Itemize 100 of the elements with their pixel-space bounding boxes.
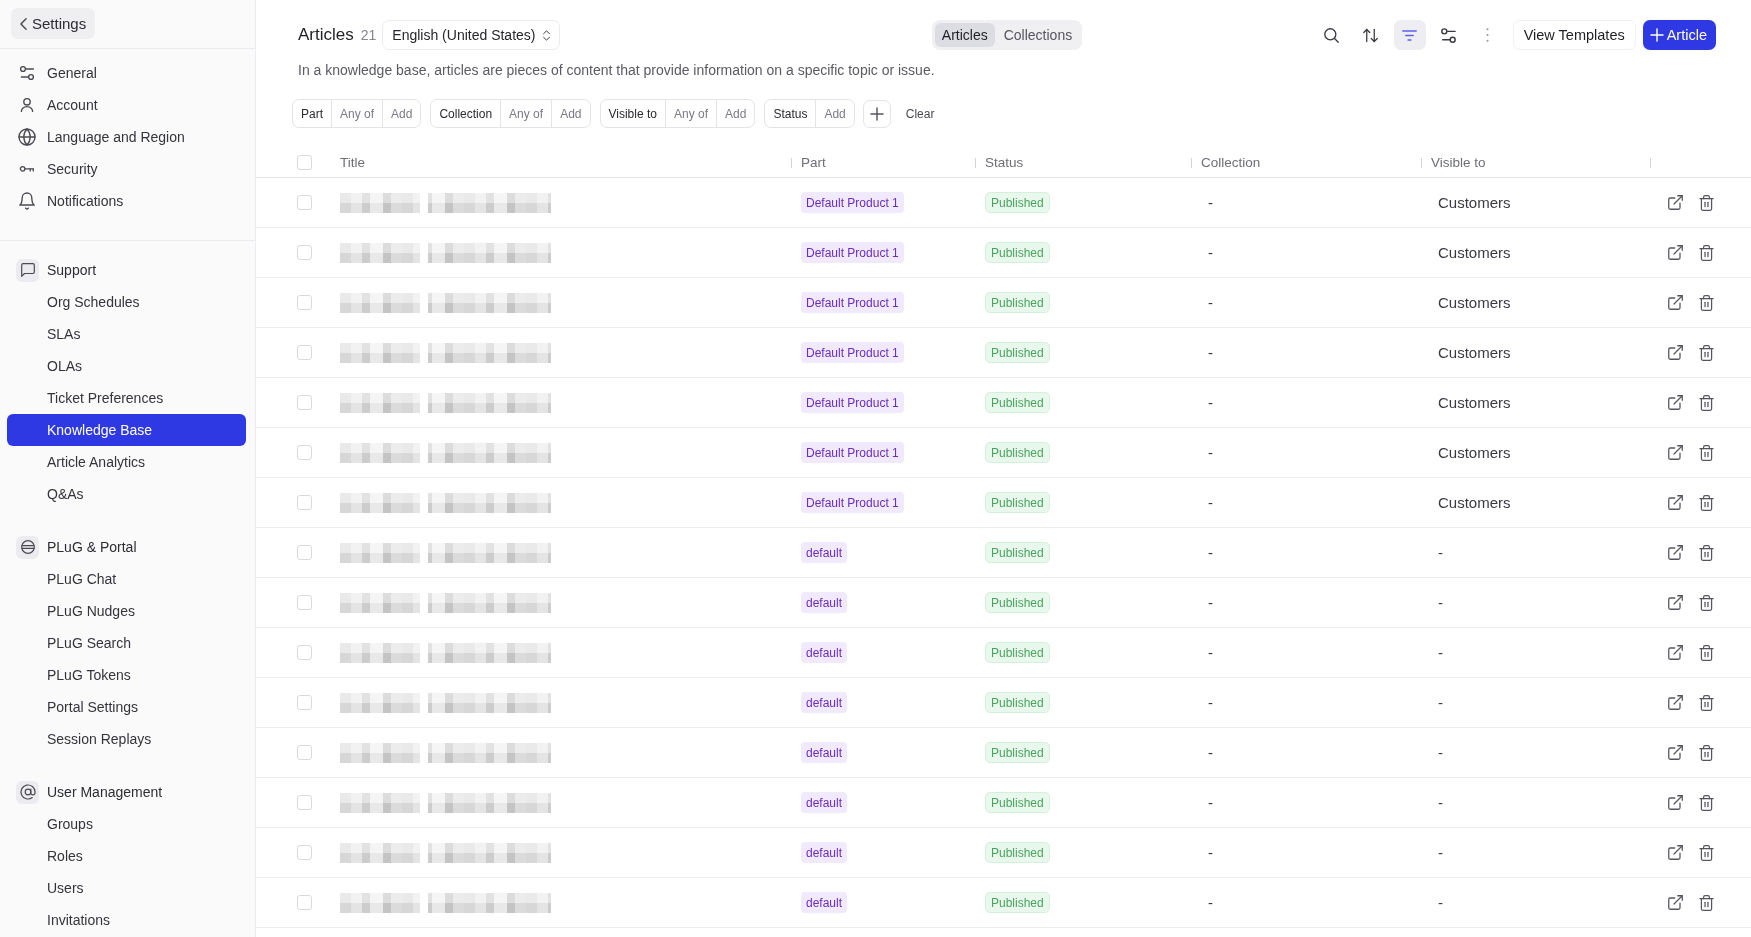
filter-add-button[interactable]: Add <box>551 100 590 127</box>
external-link-icon[interactable] <box>1668 345 1683 360</box>
visible-to-value: Customers <box>1438 394 1511 411</box>
clear-filters-button[interactable]: Clear <box>903 106 937 121</box>
row-checkbox[interactable] <box>297 895 312 910</box>
external-link-icon[interactable] <box>1668 295 1683 310</box>
sidebar-item[interactable]: Ticket Preferences <box>7 382 246 414</box>
external-link-icon[interactable] <box>1668 445 1683 460</box>
part-tag: Default Product 1 <box>801 192 904 213</box>
filter-field-button[interactable]: Part <box>293 100 331 127</box>
row-checkbox[interactable] <box>297 495 312 510</box>
view-templates-button[interactable]: View Templates <box>1512 20 1636 50</box>
sidebar-item[interactable]: Account <box>7 89 246 121</box>
row-checkbox[interactable] <box>297 845 312 860</box>
filter-button[interactable] <box>1393 20 1426 50</box>
select-all-checkbox[interactable] <box>297 155 312 170</box>
sidebar-item[interactable]: SLAs <box>7 318 246 350</box>
filter-operator-button[interactable]: Any of <box>665 100 716 127</box>
trash-icon[interactable] <box>1699 894 1714 911</box>
row-checkbox[interactable] <box>297 645 312 660</box>
external-link-icon[interactable] <box>1668 595 1683 610</box>
row-checkbox[interactable] <box>297 295 312 310</box>
row-checkbox[interactable] <box>297 195 312 210</box>
filter-add-button[interactable]: Add <box>815 100 854 127</box>
trash-icon[interactable] <box>1699 744 1714 761</box>
trash-icon[interactable] <box>1699 344 1714 361</box>
row-checkbox[interactable] <box>297 395 312 410</box>
row-checkbox[interactable] <box>297 695 312 710</box>
sidebar-item[interactable]: OLAs <box>7 350 246 382</box>
row-checkbox[interactable] <box>297 245 312 260</box>
trash-icon[interactable] <box>1699 244 1714 261</box>
external-link-icon[interactable] <box>1668 545 1683 560</box>
section-title: User Management <box>47 784 163 800</box>
filter-operator-button[interactable]: Any of <box>500 100 552 127</box>
sidebar-item[interactable]: Portal Settings <box>7 691 246 723</box>
filter-add-button[interactable]: Add <box>382 100 421 127</box>
view-tab[interactable]: Collections <box>996 23 1080 47</box>
trash-icon[interactable] <box>1699 844 1714 861</box>
sidebar-item[interactable]: Language and Region <box>7 121 246 153</box>
collection-value: - <box>1208 244 1213 261</box>
external-link-icon[interactable] <box>1668 645 1683 660</box>
new-article-button[interactable]: Article <box>1642 20 1716 50</box>
sidebar-item[interactable]: PLuG Search <box>7 627 246 659</box>
filter-field-button[interactable]: Collection <box>431 100 501 127</box>
sidebar-item[interactable]: PLuG Tokens <box>7 659 246 691</box>
sidebar-item[interactable]: Session Replays <box>7 723 246 755</box>
trash-icon[interactable] <box>1699 494 1714 511</box>
trash-icon[interactable] <box>1699 544 1714 561</box>
visible-to-value: Customers <box>1438 194 1511 211</box>
sidebar-item[interactable]: Org Schedules <box>7 286 246 318</box>
sidebar-item[interactable]: PLuG Chat <box>7 563 246 595</box>
row-checkbox[interactable] <box>297 795 312 810</box>
sidebar-item[interactable]: Knowledge Base <box>7 414 246 446</box>
plus-icon <box>870 107 883 120</box>
trash-icon[interactable] <box>1699 594 1714 611</box>
row-checkbox[interactable] <box>297 345 312 360</box>
trash-icon[interactable] <box>1699 294 1714 311</box>
sidebar-item[interactable]: Roles <box>7 840 246 872</box>
status-badge: Published <box>985 792 1050 813</box>
back-button[interactable]: Settings <box>11 8 96 39</box>
add-filter-button[interactable] <box>862 99 891 128</box>
external-link-icon[interactable] <box>1668 495 1683 510</box>
trash-icon[interactable] <box>1699 194 1714 211</box>
row-checkbox[interactable] <box>297 445 312 460</box>
trash-icon[interactable] <box>1699 694 1714 711</box>
part-tag: default <box>801 842 848 863</box>
visible-to-value: - <box>1438 794 1443 811</box>
external-link-icon[interactable] <box>1668 245 1683 260</box>
sidebar-item[interactable]: Invitations <box>7 904 246 936</box>
sidebar-item[interactable]: Q&As <box>7 478 246 510</box>
trash-icon[interactable] <box>1699 444 1714 461</box>
row-checkbox[interactable] <box>297 745 312 760</box>
filter-field-button[interactable]: Visible to <box>600 100 665 127</box>
row-checkbox[interactable] <box>297 545 312 560</box>
part-tag: Default Product 1 <box>801 342 904 363</box>
row-checkbox[interactable] <box>297 595 312 610</box>
sidebar-item[interactable]: Users <box>7 872 246 904</box>
external-link-icon[interactable] <box>1668 895 1683 910</box>
external-link-icon[interactable] <box>1668 395 1683 410</box>
sidebar-item[interactable]: Article Analytics <box>7 446 246 478</box>
trash-icon[interactable] <box>1699 644 1714 661</box>
collection-value: - <box>1208 644 1213 661</box>
sidebar-item[interactable]: Groups <box>7 808 246 840</box>
filter-operator-button[interactable]: Any of <box>331 100 383 127</box>
sidebar-item[interactable]: Security <box>7 153 246 185</box>
trash-icon[interactable] <box>1699 394 1714 411</box>
filter-add-button[interactable]: Add <box>716 100 755 127</box>
sidebar-item[interactable]: Notifications <box>7 185 246 217</box>
external-link-icon[interactable] <box>1668 845 1683 860</box>
visible-to-value: - <box>1438 544 1443 561</box>
view-tab[interactable]: Articles <box>934 23 995 47</box>
external-link-icon[interactable] <box>1668 745 1683 760</box>
filter-field-button[interactable]: Status <box>765 100 816 127</box>
language-select[interactable]: English (United States) <box>382 20 560 50</box>
external-link-icon[interactable] <box>1668 795 1683 810</box>
external-link-icon[interactable] <box>1668 695 1683 710</box>
external-link-icon[interactable] <box>1668 195 1683 210</box>
trash-icon[interactable] <box>1699 794 1714 811</box>
sidebar-item[interactable]: PLuG Nudges <box>7 595 246 627</box>
sidebar-item[interactable]: General <box>7 57 246 89</box>
